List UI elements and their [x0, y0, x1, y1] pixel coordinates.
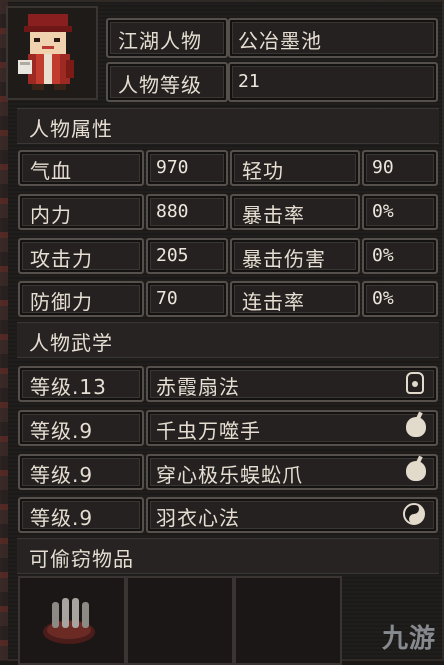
stat-label-crit-damage: 暴击伤害	[242, 247, 326, 271]
skill-name-box[interactable]: 穿心极乐蜈蚣爪	[146, 454, 438, 490]
stat-label-combo-rate: 连击率	[242, 290, 305, 314]
skill-name-box[interactable]: 赤霞扇法	[146, 366, 438, 402]
stat-value-agility: 90	[372, 157, 394, 178]
item-slot[interactable]	[18, 576, 126, 665]
item-slot[interactable]	[234, 576, 342, 665]
name-label-box: 江湖人物	[106, 18, 228, 58]
name-value-box: 公冶墨池	[228, 18, 438, 58]
stat-value-hp: 970	[156, 157, 189, 178]
stat-label-box: 气血	[18, 150, 144, 186]
skill-name: 赤霞扇法	[156, 375, 240, 399]
stat-label-defense: 防御力	[30, 290, 93, 314]
skill-level-box: 等级.9	[18, 410, 144, 446]
stat-label-box: 暴击率	[230, 194, 360, 230]
skill-level: 等级.9	[30, 419, 94, 443]
iron-claw-item-icon	[43, 598, 95, 644]
skill-name: 羽衣心法	[156, 506, 240, 530]
stat-label-hp: 气血	[30, 159, 72, 183]
stat-value-box: 0%	[362, 238, 438, 274]
character-name: 公冶墨池	[238, 29, 322, 53]
stat-label-box: 连击率	[230, 281, 360, 317]
martial-arts-header-label: 人物武学	[29, 331, 113, 355]
attributes-header: 人物属性	[17, 108, 439, 144]
stat-label-box: 轻功	[230, 150, 360, 186]
skill-name-box[interactable]: 羽衣心法	[146, 497, 438, 533]
level-label: 人物等级	[118, 73, 202, 97]
stat-value-box: 70	[146, 281, 228, 317]
stat-value-mp: 880	[156, 201, 189, 222]
stat-value-box: 970	[146, 150, 228, 186]
stat-label-attack: 攻击力	[30, 247, 93, 271]
stat-value-crit-damage: 0%	[372, 245, 394, 266]
stat-value-combo-rate: 0%	[372, 288, 394, 309]
palm-icon	[406, 411, 426, 437]
stat-value-box: 880	[146, 194, 228, 230]
name-label: 江湖人物	[118, 29, 202, 53]
stat-label-box: 暴击伤害	[230, 238, 360, 274]
yin-yang-icon	[403, 503, 425, 525]
character-level: 21	[238, 71, 260, 92]
character-avatar-icon	[18, 14, 74, 90]
character-portrait[interactable]	[6, 6, 98, 100]
skill-name: 穿心极乐蜈蚣爪	[156, 463, 303, 487]
stat-value-box: 90	[362, 150, 438, 186]
stat-label-box: 攻击力	[18, 238, 144, 274]
stat-label-box: 内力	[18, 194, 144, 230]
skill-level: 等级.9	[30, 463, 94, 487]
watermark-text: 九游	[381, 624, 436, 654]
palm-icon	[406, 455, 426, 481]
level-value-box: 21	[228, 62, 438, 102]
skill-level: 等级.13	[30, 375, 107, 399]
skill-level-box: 等级.9	[18, 454, 144, 490]
skill-name-box[interactable]: 千虫万噬手	[146, 410, 438, 446]
fan-icon	[406, 372, 424, 394]
stat-label-box: 防御力	[18, 281, 144, 317]
stat-value-attack: 205	[156, 245, 189, 266]
stealable-items-header: 可偷窃物品	[17, 538, 439, 574]
skill-level-box: 等级.13	[18, 366, 144, 402]
stat-label-agility: 轻功	[242, 159, 284, 183]
stat-value-defense: 70	[156, 288, 178, 309]
martial-arts-header: 人物武学	[17, 322, 439, 358]
skill-name: 千虫万噬手	[156, 419, 261, 443]
character-panel: 江湖人物 公冶墨池 人物等级 21 人物属性 气血 970 轻功 90 内力 8…	[0, 0, 444, 665]
stat-value-box: 0%	[362, 281, 438, 317]
attributes-header-label: 人物属性	[29, 117, 113, 141]
skill-level-box: 等级.9	[18, 497, 144, 533]
stealable-items-header-label: 可偷窃物品	[29, 547, 134, 571]
stat-label-mp: 内力	[30, 203, 72, 227]
item-slot[interactable]	[126, 576, 234, 665]
skill-level: 等级.9	[30, 506, 94, 530]
stat-value-box: 205	[146, 238, 228, 274]
stat-value-crit-rate: 0%	[372, 201, 394, 222]
stat-value-box: 0%	[362, 194, 438, 230]
stat-label-crit-rate: 暴击率	[242, 203, 305, 227]
level-label-box: 人物等级	[106, 62, 228, 102]
